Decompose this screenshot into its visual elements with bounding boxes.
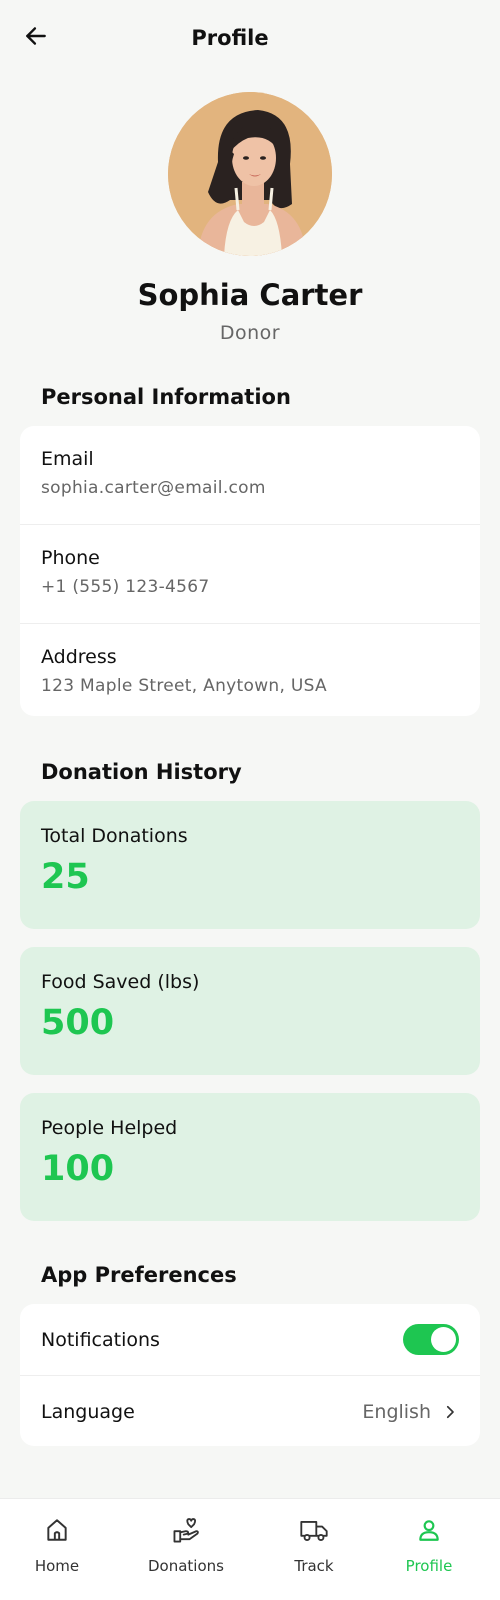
- nav-label: Track: [294, 1557, 334, 1575]
- truck-icon: [300, 1521, 328, 1541]
- nav-item-home[interactable]: Home: [7, 1513, 107, 1575]
- nav-label: Home: [34, 1557, 80, 1575]
- person-icon: [419, 1520, 439, 1541]
- user-role: Donor: [219, 322, 281, 344]
- page-title: Profile: [191, 26, 269, 50]
- info-row-phone[interactable]: Phone +1 (555) 123-4567: [20, 525, 480, 624]
- info-value: +1 (555) 123-4567: [41, 577, 210, 597]
- pref-row-notifications: Notifications: [20, 1304, 480, 1376]
- avatar: [168, 92, 332, 256]
- stat-value: 500: [41, 1003, 115, 1043]
- language-value: English: [362, 1401, 431, 1423]
- nav-item-track[interactable]: Track: [264, 1513, 364, 1575]
- home-icon: [47, 1519, 67, 1541]
- info-label: Address: [41, 646, 117, 668]
- section-title-donation-history: Donation History: [41, 760, 242, 784]
- chevron-right-icon: [446, 1405, 454, 1419]
- notifications-toggle[interactable]: [403, 1324, 459, 1355]
- info-row-address[interactable]: Address 123 Maple Street, Anytown, USA: [20, 624, 480, 716]
- stat-card-total-donations: Total Donations 25: [20, 801, 480, 929]
- donation-hand-heart-icon: [173, 1518, 199, 1543]
- stat-label: Food Saved (lbs): [41, 971, 200, 993]
- nav-label: Profile: [405, 1557, 453, 1575]
- pref-label: Language: [41, 1401, 135, 1423]
- section-title-app-preferences: App Preferences: [41, 1263, 237, 1287]
- preferences-card: Notifications Language English: [20, 1304, 480, 1446]
- section-title-personal-information: Personal Information: [41, 385, 291, 409]
- stat-card-food-saved: Food Saved (lbs) 500: [20, 947, 480, 1075]
- info-label: Email: [41, 448, 94, 470]
- stat-value: 25: [41, 857, 90, 897]
- personal-info-card: Email sophia.carter@email.com Phone +1 (…: [20, 426, 480, 716]
- info-label: Phone: [41, 547, 100, 569]
- stat-label: Total Donations: [41, 825, 188, 847]
- info-value: sophia.carter@email.com: [41, 478, 266, 498]
- info-row-email[interactable]: Email sophia.carter@email.com: [20, 426, 480, 525]
- bottom-nav: Home Donations Track Profile: [0, 1498, 500, 1600]
- stat-label: People Helped: [41, 1117, 178, 1139]
- language-value-wrap: English: [362, 1401, 459, 1423]
- stat-value: 100: [41, 1149, 115, 1189]
- user-name: Sophia Carter: [137, 278, 363, 312]
- info-value: 123 Maple Street, Anytown, USA: [41, 676, 327, 696]
- pref-row-language[interactable]: Language English: [20, 1376, 480, 1446]
- nav-label: Donations: [148, 1557, 224, 1575]
- nav-item-profile[interactable]: Profile: [379, 1513, 479, 1575]
- pref-label: Notifications: [41, 1328, 160, 1351]
- nav-item-donations[interactable]: Donations: [136, 1513, 236, 1575]
- header: Profile: [0, 0, 500, 80]
- toggle-knob: [431, 1327, 456, 1352]
- stat-card-people-helped: People Helped 100: [20, 1093, 480, 1221]
